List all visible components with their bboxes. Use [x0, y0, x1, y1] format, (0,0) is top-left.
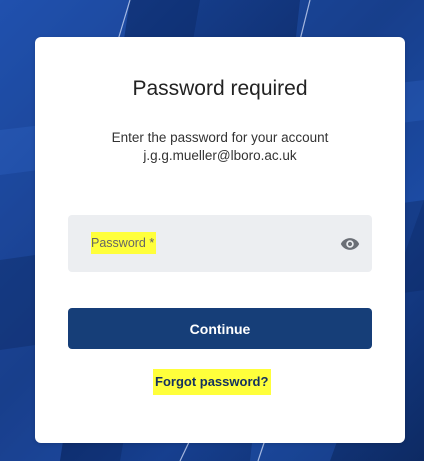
- page-title: Password required: [132, 77, 308, 100]
- forgot-password-link[interactable]: Forgot password?: [153, 369, 272, 395]
- subtitle: Enter the password for your account j.g.…: [35, 129, 405, 165]
- password-placeholder: Password *: [91, 232, 157, 254]
- eye-icon[interactable]: [340, 234, 360, 254]
- password-field[interactable]: Password *: [68, 215, 372, 272]
- password-card: Password required Enter the password for…: [35, 37, 405, 443]
- login-screen: Password required Enter the password for…: [0, 0, 424, 461]
- account-email: j.g.g.mueller@lboro.ac.uk: [143, 148, 297, 163]
- subtitle-instruction: Enter the password for your account: [111, 130, 329, 145]
- continue-button[interactable]: Continue: [68, 308, 372, 349]
